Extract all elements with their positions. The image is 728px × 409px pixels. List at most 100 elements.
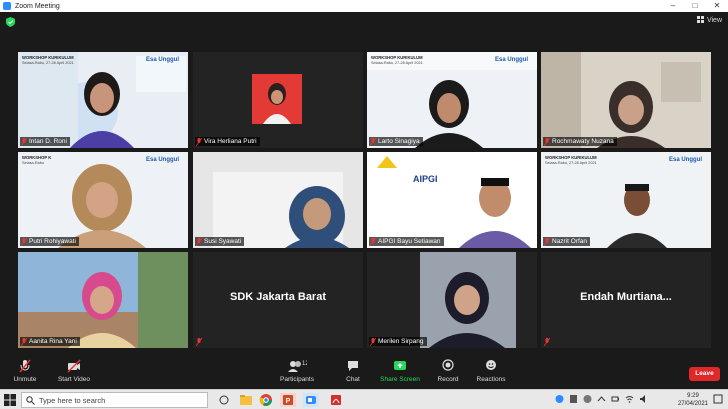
- leave-button[interactable]: Leave: [689, 367, 720, 381]
- reactions-button[interactable]: Reactions: [476, 359, 506, 383]
- clock-time: 9:29: [687, 393, 699, 399]
- minimize-button[interactable]: –: [662, 0, 684, 12]
- participant-display-name: Endah Murtiana...: [580, 291, 672, 303]
- system-tray: [555, 394, 648, 404]
- participant-tile[interactable]: SDK Jakarta Barat: [193, 252, 363, 348]
- encryption-shield-icon[interactable]: [6, 17, 15, 27]
- participant-tile[interactable]: Vira Herliana Putri: [193, 52, 363, 148]
- participant-video: [367, 152, 537, 248]
- banner-date: Selasa-Rabu, 27-28 April 2021: [545, 161, 597, 165]
- record-label: Record: [437, 376, 459, 383]
- muted-mic-icon: [370, 237, 376, 246]
- task-view-icon[interactable]: [216, 393, 232, 407]
- participant-tile[interactable]: AIPGI AIPGI Bayu Setiawan: [367, 152, 537, 248]
- brand-logo-text: Esa Unggul: [669, 157, 703, 163]
- chat-icon: [348, 361, 358, 371]
- unmute-label: Unmute: [13, 376, 37, 383]
- acrobat-icon[interactable]: [328, 393, 344, 407]
- banner-date: Selasa-Rabu: [22, 161, 44, 165]
- banner-date: Selasa-Rabu, 27-28 April 2021: [22, 61, 74, 65]
- muted-mic-icon: [544, 338, 550, 346]
- participant-video: [18, 52, 188, 148]
- muted-mic-icon: [196, 137, 202, 146]
- windows-start-icon[interactable]: [4, 394, 16, 406]
- participant-tile[interactable]: WORKSHOP K Selasa-Rabu Esa Unggul Putri …: [18, 152, 188, 248]
- muted-mic-icon: [19, 359, 31, 373]
- participant-tile[interactable]: Rochmawaty Nuzana: [541, 52, 711, 148]
- unmute-button[interactable]: Unmute: [10, 359, 40, 383]
- muted-mic-icon: [196, 237, 202, 246]
- participant-name: Rochmawaty Nuzana: [552, 138, 614, 145]
- participant-name: Vira Herliana Putri: [204, 138, 257, 145]
- window-title: Zoom Meeting: [15, 2, 60, 10]
- chevron-up-icon[interactable]: [597, 394, 606, 404]
- share-screen-icon: [394, 361, 406, 370]
- video-grid: WORKSHOP KURIKULUM Selasa-Rabu, 27-28 Ap…: [18, 52, 711, 348]
- start-video-label: Start Video: [57, 376, 91, 383]
- participant-tile[interactable]: WORKSHOP KURIKULUM Selasa-Rabu, 27-28 Ap…: [367, 52, 537, 148]
- participant-video: [541, 52, 711, 148]
- muted-mic-icon: [196, 338, 202, 346]
- participant-video: [18, 152, 188, 248]
- video-off-icon: [67, 359, 81, 373]
- grid-view-icon: [696, 16, 704, 23]
- participants-button[interactable]: 12 Participants: [279, 359, 315, 383]
- reactions-icon: [486, 360, 496, 370]
- participant-name-label: Vira Herliana Putri: [195, 137, 260, 146]
- brand-logo-text: Esa Unggul: [146, 157, 180, 163]
- muted-mic-icon: [370, 137, 376, 146]
- view-label: View: [706, 16, 722, 24]
- start-video-button[interactable]: Start Video: [57, 359, 91, 383]
- participant-name: Merilen Sirpang: [378, 338, 424, 345]
- participant-video: [367, 252, 537, 348]
- powerpoint-icon[interactable]: P: [280, 393, 296, 407]
- view-button[interactable]: View: [696, 16, 722, 24]
- participant-tile[interactable]: Merilen Sirpang: [367, 252, 537, 348]
- file-explorer-icon[interactable]: [238, 393, 254, 407]
- chrome-icon[interactable]: [258, 393, 274, 407]
- participant-name-label: Putri Rohiyawati: [20, 237, 79, 246]
- banner-title: WORKSHOP KURIKULUM: [371, 55, 423, 60]
- participant-name-label: Intan D. Roni: [20, 137, 70, 146]
- participant-tile[interactable]: WORKSHOP KURIKULUM Selasa-Rabu, 27-28 Ap…: [541, 152, 711, 248]
- volume-icon[interactable]: [639, 394, 648, 404]
- participant-video: [367, 52, 537, 148]
- muted-mic-icon: [544, 137, 550, 146]
- participant-tile[interactable]: Endah Murtiana...: [541, 252, 711, 348]
- battery-icon[interactable]: [611, 394, 620, 404]
- muted-mic-icon: [21, 237, 27, 246]
- windows-taskbar: Type here to search P 9:29 27/04/2021: [0, 389, 728, 409]
- record-icon: [442, 359, 454, 371]
- participant-video: [18, 252, 188, 348]
- reactions-label: Reactions: [476, 376, 506, 383]
- notification-icon[interactable]: [713, 394, 723, 405]
- maximize-button[interactable]: □: [684, 0, 706, 12]
- participant-tile[interactable]: Aanita Rina Yani: [18, 252, 188, 348]
- taskbar-search-input[interactable]: Type here to search: [21, 392, 208, 408]
- window-titlebar: Zoom Meeting – □ ✕: [0, 0, 728, 12]
- organization-logo: AIPGI: [413, 174, 438, 184]
- chat-button[interactable]: Chat: [342, 359, 364, 383]
- record-button[interactable]: Record: [436, 359, 460, 383]
- muted-mic-icon: [370, 337, 376, 346]
- participant-name: AIPGI Bayu Setiawan: [378, 238, 441, 245]
- zoom-app-icon[interactable]: [303, 393, 319, 407]
- participant-tile[interactable]: Susi Syawati: [193, 152, 363, 248]
- brand-logo-text: Esa Unggul: [146, 57, 180, 63]
- meeting-topbar: View: [0, 12, 728, 32]
- app-tray-icon[interactable]: [569, 394, 578, 404]
- app-tray-icon[interactable]: [583, 394, 592, 404]
- participant-tile[interactable]: WORKSHOP KURIKULUM Selasa-Rabu, 27-28 Ap…: [18, 52, 188, 148]
- share-screen-button[interactable]: Share Screen: [380, 359, 420, 383]
- participant-name: Aanita Rina Yani: [29, 338, 77, 345]
- participant-name-label: Nazrit Orfan: [543, 237, 591, 246]
- notification-area-icon[interactable]: [555, 394, 564, 404]
- banner-title: WORKSHOP KURIKULUM: [22, 55, 74, 60]
- wifi-icon[interactable]: [625, 394, 634, 404]
- participant-name-label: Aanita Rina Yani: [20, 337, 80, 346]
- chat-label: Chat: [346, 376, 360, 383]
- muted-mic-icon: [21, 137, 27, 146]
- participants-icon: 12: [288, 361, 307, 372]
- close-button[interactable]: ✕: [706, 0, 728, 12]
- taskbar-clock[interactable]: 9:29 27/04/2021: [678, 392, 708, 408]
